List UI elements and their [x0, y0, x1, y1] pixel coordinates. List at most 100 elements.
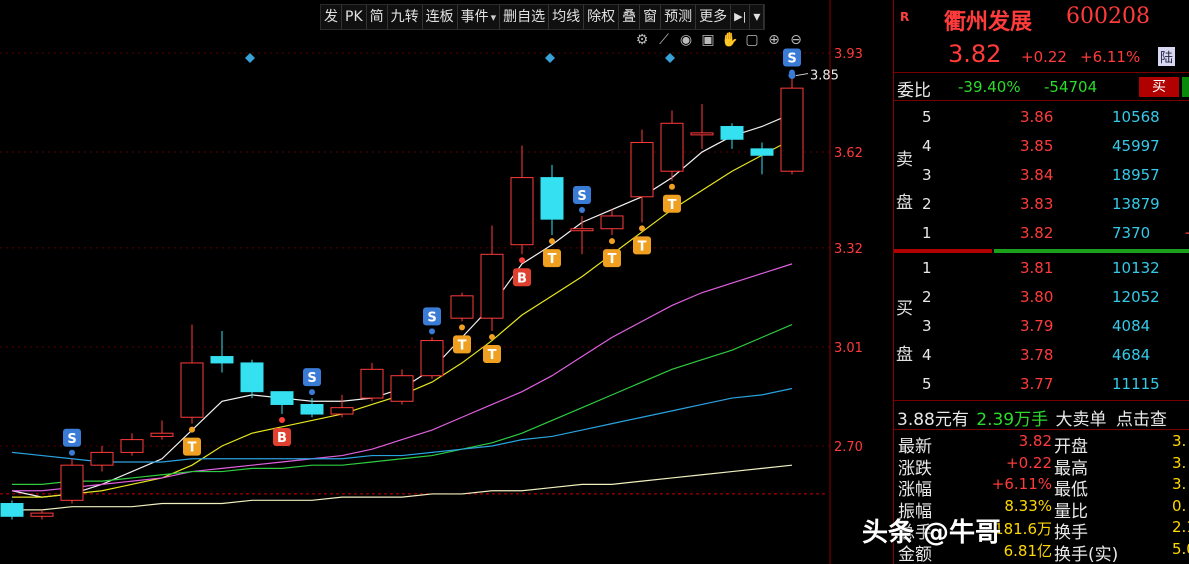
toolbar-overlay-button[interactable]: 叠 [619, 5, 641, 29]
ask-row[interactable]: 1 3.82 7370 + [894, 222, 1189, 246]
toolbar-events-button[interactable]: 事件 [458, 5, 501, 29]
candle-body [300, 403, 324, 415]
candle-body [660, 122, 684, 172]
divider [894, 429, 1189, 430]
bid-level: 4 [922, 346, 932, 364]
candle-body [360, 368, 384, 399]
ask-row[interactable]: 3 3.84 18957 [894, 164, 1189, 188]
buy-button[interactable]: 买 [1139, 77, 1179, 97]
ask-bid-split-green [994, 249, 1189, 253]
signal-dot [579, 206, 585, 213]
toolbar-simple-button[interactable]: 简 [367, 5, 388, 29]
ask-row[interactable]: 5 3.86 10568 [894, 106, 1189, 130]
case-icon[interactable]: ▣ [699, 31, 717, 49]
bid-row[interactable]: 2 3.80 12052 [894, 286, 1189, 310]
bid-row[interactable]: 1 3.81 10132 [894, 257, 1189, 281]
stat-label: 换手(实) [1054, 544, 1119, 564]
stat-value: 0. [1172, 496, 1187, 515]
ask-row[interactable]: 2 3.83 13879 [894, 193, 1189, 217]
zoom-in-icon[interactable]: ⊕ [765, 31, 783, 49]
committee-diff: -54704 [1044, 78, 1098, 96]
candle-body [390, 375, 414, 402]
ask-volume: 45997 [1112, 137, 1160, 155]
bid-price: 3.77 [1020, 375, 1054, 393]
ask-price: 3.83 [1020, 195, 1054, 213]
bid-price: 3.80 [1020, 288, 1054, 306]
ma-line [12, 464, 793, 511]
toolbar-window-button[interactable]: 窗 [640, 5, 662, 29]
stat-value: 5.0 [1172, 539, 1189, 558]
signal-dot [639, 225, 645, 232]
ask-price: 3.86 [1020, 108, 1054, 126]
ask-row[interactable]: 4 3.85 45997 [894, 135, 1189, 159]
stat-value: +0.22 [1006, 453, 1052, 472]
ask-bid-split-red [894, 249, 992, 253]
signal-dot [429, 328, 435, 335]
signal-dot [519, 257, 525, 264]
zoom-out-icon[interactable]: ⊖ [787, 31, 805, 49]
candle-body [780, 87, 804, 172]
candle-body [540, 177, 564, 220]
high-label-leader [795, 73, 809, 77]
candle-body [420, 340, 444, 377]
candlestick-chart[interactable]: 3.93 3.62 3.32 3.01 2.70 3.85 S T B S S T T B T S T T T S [0, 0, 893, 564]
bid-row[interactable]: 4 3.78 4684 [894, 344, 1189, 368]
hand-icon[interactable]: ✋ [721, 31, 739, 49]
ask-level: 5 [922, 108, 932, 126]
candle-body [120, 439, 144, 453]
bid-row[interactable]: 5 3.77 11115 [894, 373, 1189, 397]
signal-badge-label: T [608, 252, 617, 267]
stat-value: 3. [1172, 453, 1187, 472]
toolbar-forecast-button[interactable]: 预测 [661, 5, 697, 29]
candle-body [150, 432, 174, 437]
big-order-banner[interactable]: 3.88元有 2.39万手 大卖单 点击查 [897, 405, 1167, 430]
collapse-right-icon[interactable]: ▶| [731, 5, 751, 29]
signal-badge-label: B [517, 271, 527, 286]
bid-row[interactable]: 3 3.79 4084 [894, 315, 1189, 339]
toolbar-pk-button[interactable]: PK [342, 5, 367, 29]
price-change-pct: +6.11% [1080, 48, 1141, 66]
toolbar-jiuzhuan-button[interactable]: 九转 [388, 5, 423, 29]
bid-level: 1 [922, 259, 932, 277]
stat-value: 3. [1172, 432, 1187, 450]
sell-button[interactable]: 卖 [1182, 77, 1189, 97]
signal-dot [669, 183, 675, 190]
channel-badge: 陆 [1158, 47, 1176, 66]
y-tick-label: 3.32 [834, 242, 863, 257]
ask-volume: 10568 [1112, 108, 1160, 126]
lock-icon[interactable]: ▢ [743, 31, 761, 49]
ask-level: 4 [922, 137, 932, 155]
bid-volume: 10132 [1112, 259, 1160, 277]
stock-name: 衢州发展 [944, 9, 1033, 35]
bid-price: 3.79 [1020, 317, 1054, 335]
brush-icon[interactable]: ⟋ [655, 31, 673, 49]
toolbar-ma-button[interactable]: 均线 [549, 5, 585, 29]
signal-dot [459, 324, 465, 331]
toolbar-fa-button[interactable]: 发 [321, 5, 342, 29]
dropdown-triangle-icon[interactable]: ▾ [750, 5, 765, 29]
y-tick-label: 3.01 [834, 341, 863, 356]
toolbar-exright-button[interactable]: 除权 [584, 5, 620, 29]
signal-dot [609, 238, 615, 245]
y-tick-label: 3.62 [834, 146, 863, 161]
event-diamond-marker [545, 53, 555, 63]
signal-badge-label: S [427, 310, 436, 325]
candle-body [630, 141, 654, 198]
candle-body [180, 362, 204, 418]
y-tick-label: 2.70 [834, 440, 863, 455]
big-order-unit: 元有 [934, 410, 969, 430]
toolbar-remove-watchlist-button[interactable]: 删自选 [500, 5, 550, 29]
signal-badge-label: S [787, 52, 796, 67]
toolbar-lianban-button[interactable]: 连板 [423, 5, 458, 29]
candle-body [570, 228, 594, 232]
ask-price: 3.82 [1020, 224, 1054, 242]
high-price-label: 3.85 [810, 69, 839, 84]
eye-icon[interactable]: ◉ [677, 31, 695, 49]
big-order-link[interactable]: 点击查 [1116, 410, 1167, 430]
gear-icon[interactable]: ⚙ [633, 31, 651, 49]
toolbar-more-button[interactable]: 更多 [696, 5, 732, 29]
ask-level: 2 [922, 195, 932, 213]
stock-code: 600208 [1066, 4, 1150, 29]
big-order-label: 大卖单 [1055, 410, 1107, 430]
signal-badge-label: T [548, 252, 557, 267]
